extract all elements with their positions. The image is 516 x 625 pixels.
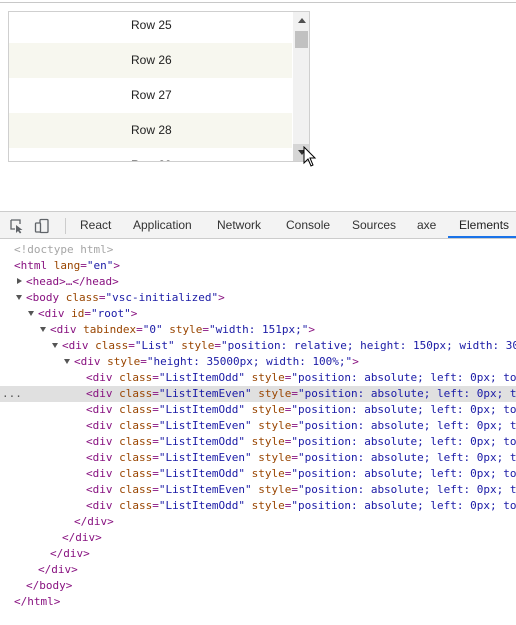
dom-node-list-item[interactable]: <div class="ListItemOdd" style="position…	[0, 402, 516, 418]
virtual-list[interactable]: Row 25 Row 26 Row 27 Row 28 Row 29	[8, 11, 310, 162]
tab-console[interactable]: Console	[286, 212, 330, 239]
dom-node-html[interactable]: <html lang="en">	[0, 258, 516, 274]
dom-node-close-tag[interactable]: </html>	[0, 594, 516, 610]
dom-node-root[interactable]: <div id="root">	[0, 306, 516, 322]
dom-node-list-item[interactable]: <div class="ListItemOdd" style="position…	[0, 434, 516, 450]
list-item[interactable]: Row 27	[9, 78, 292, 113]
scroll-up-button[interactable]	[293, 12, 309, 29]
dom-node-text: <html lang="en">	[14, 259, 120, 272]
dom-node-text: <div class="ListItemEven" style="positio…	[86, 451, 516, 464]
dom-node-list-item[interactable]: <div class="ListItemOdd" style="position…	[0, 466, 516, 482]
dom-node-text: <body class="vsc-initialized">	[26, 291, 225, 304]
top-rule	[0, 2, 516, 3]
expand-arrow-icon[interactable]	[17, 278, 22, 284]
list-item[interactable]: Row 29	[9, 148, 292, 161]
dom-tree[interactable]: <!doctype html> <html lang="en"> <head>……	[0, 240, 516, 625]
dom-node-text: <div id="root">	[38, 307, 138, 320]
dom-node-text: <div class="ListItemOdd" style="position…	[86, 403, 516, 416]
dom-node-text: </div>	[74, 515, 114, 528]
list-item-label: Row 25	[131, 18, 172, 32]
tab-axe[interactable]: axe	[417, 212, 436, 239]
dom-node-text: <div class="ListItemOdd" style="position…	[86, 467, 516, 480]
scrollbar-thumb[interactable]	[295, 31, 308, 48]
tab-react[interactable]: React	[80, 212, 111, 239]
device-toolbar-icon[interactable]	[34, 218, 50, 234]
list-item[interactable]: Row 25	[9, 12, 292, 43]
dom-node-text: <div class="ListItemOdd" style="position…	[86, 371, 516, 384]
tab-application[interactable]: Application	[133, 212, 192, 239]
dom-node-text: <div style="height: 35000px; width: 100%…	[74, 355, 359, 368]
tab-elements[interactable]: Elements	[459, 212, 509, 239]
dom-node-text: </body>	[26, 579, 73, 592]
vertical-scrollbar[interactable]	[293, 12, 309, 161]
dom-node-close-tag[interactable]: </div>	[0, 530, 516, 546]
dom-node-inner-div[interactable]: <div style="height: 35000px; width: 100%…	[0, 354, 516, 370]
dom-node-text: </div>	[50, 547, 90, 560]
dom-node-close-tag[interactable]: </div>	[0, 514, 516, 530]
dom-node-text: <head>…</head>	[26, 275, 119, 288]
list-item[interactable]: Row 28	[9, 113, 292, 148]
devtools-panel: React Application Network Console Source…	[0, 211, 516, 625]
devtools-tabbar: React Application Network Console Source…	[0, 211, 516, 239]
dom-node-head[interactable]: <head>…</head>	[0, 274, 516, 290]
dom-node-list-item[interactable]: <div class="ListItemEven" style="positio…	[0, 482, 516, 498]
toolbar-separator	[65, 218, 66, 234]
collapse-arrow-icon[interactable]	[52, 343, 58, 348]
dom-node-list-item[interactable]: <div class="ListItemEven" style="positio…	[0, 450, 516, 466]
list-item[interactable]: Row 26	[9, 43, 292, 78]
dom-node-list-item-selected[interactable]: ... <div class="ListItemEven" style="pos…	[0, 386, 516, 402]
dom-node-text: <div tabindex="0" style="width: 151px;">	[50, 323, 315, 336]
list-item-label: Row 29	[131, 148, 172, 161]
dom-node-tabindex-div[interactable]: <div tabindex="0" style="width: 151px;">	[0, 322, 516, 338]
dom-node-text: <div class="ListItemOdd" style="position…	[86, 435, 516, 448]
dom-node-text: <div class="ListItemEven" style="positio…	[86, 419, 516, 432]
dom-node-text: <div class="ListItemOdd" style="position…	[86, 499, 516, 512]
dom-node-list-item[interactable]: <div class="ListItemOdd" style="position…	[0, 370, 516, 386]
dom-node-body[interactable]: <body class="vsc-initialized">	[0, 290, 516, 306]
tab-sources[interactable]: Sources	[352, 212, 396, 239]
dom-node-text: </div>	[38, 563, 78, 576]
collapse-arrow-icon[interactable]	[40, 327, 46, 332]
dom-node-text: </html>	[14, 595, 61, 608]
active-tab-indicator	[448, 236, 516, 238]
collapse-arrow-icon[interactable]	[64, 359, 70, 364]
dom-node-close-tag[interactable]: </div>	[0, 546, 516, 562]
dom-node-text: <div class="ListItemEven" style="positio…	[86, 387, 516, 400]
dom-node-doctype[interactable]: <!doctype html>	[0, 242, 516, 258]
dom-node-text: <!doctype html>	[14, 243, 114, 256]
list-item-label: Row 26	[131, 53, 172, 67]
dom-node-list[interactable]: <div class="List" style="position: relat…	[0, 338, 516, 354]
dom-node-text: <div class="List" style="position: relat…	[62, 339, 516, 352]
list-item-label: Row 27	[131, 88, 172, 102]
dom-node-list-item[interactable]: <div class="ListItemEven" style="positio…	[0, 418, 516, 434]
collapse-arrow-icon[interactable]	[16, 295, 22, 300]
mouse-cursor-icon	[303, 146, 317, 167]
arrow-up-icon	[298, 18, 306, 23]
dom-node-list-item[interactable]: <div class="ListItemOdd" style="position…	[0, 498, 516, 514]
inspect-element-icon[interactable]	[9, 218, 25, 234]
dom-node-close-tag[interactable]: </div>	[0, 562, 516, 578]
dom-node-text: </div>	[62, 531, 102, 544]
dom-node-text: <div class="ListItemEven" style="positio…	[86, 483, 516, 496]
tab-network[interactable]: Network	[217, 212, 261, 239]
collapse-arrow-icon[interactable]	[28, 311, 34, 316]
more-options-icon[interactable]: ...	[2, 386, 22, 402]
dom-node-close-tag[interactable]: </body>	[0, 578, 516, 594]
list-item-label: Row 28	[131, 123, 172, 137]
